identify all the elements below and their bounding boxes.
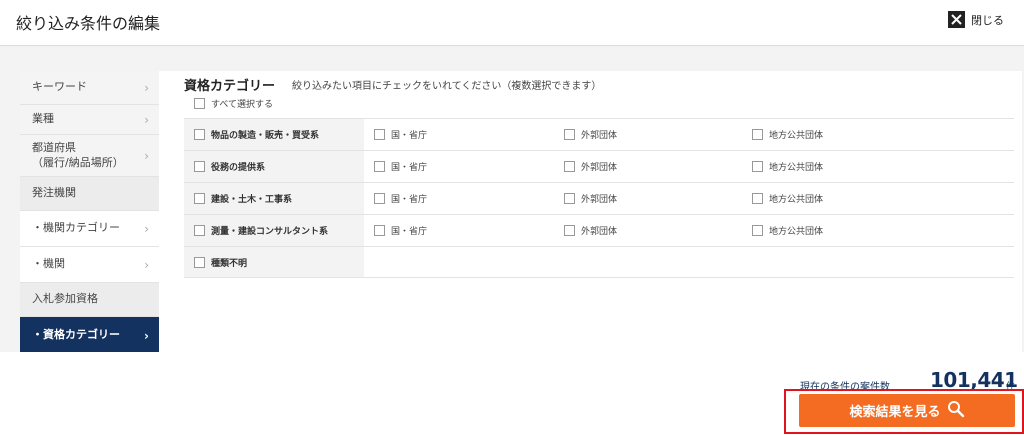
chevron-right-icon: › xyxy=(144,221,149,236)
category-description: 絞り込みたい項目にチェックをいれてください（複数選択できます） xyxy=(292,81,602,92)
category-row-label: 測量・建設コンサルタント系 xyxy=(211,227,329,237)
category-row-label: 種類不明 xyxy=(211,258,248,269)
category-title: 資格カテゴリー xyxy=(184,79,276,94)
category-row: 測量・建設コンサルタント系 国・省庁 外郭団体 地方公共団体 xyxy=(184,214,1014,246)
option-checkbox[interactable]: 国・省庁 xyxy=(374,119,427,150)
option-label: 外郭団体 xyxy=(581,227,618,237)
category-row-checkbox[interactable]: 種類不明 xyxy=(184,247,364,277)
category-row-label: 建設・土木・工事系 xyxy=(211,195,293,205)
option-checkbox[interactable]: 外郭団体 xyxy=(564,119,617,150)
option-label: 国・省庁 xyxy=(391,163,428,173)
option-label: 国・省庁 xyxy=(391,131,428,141)
checkbox-icon[interactable] xyxy=(194,161,205,172)
sidebar-item-label: ・機関カテゴリー xyxy=(32,221,120,235)
search-icon xyxy=(947,400,965,422)
option-checkbox[interactable]: 地方公共団体 xyxy=(752,215,823,246)
checkbox-icon[interactable] xyxy=(564,129,575,140)
option-label: 国・省庁 xyxy=(391,227,428,237)
chevron-right-icon: › xyxy=(144,328,149,343)
checkbox-icon[interactable] xyxy=(564,161,575,172)
option-checkbox[interactable]: 国・省庁 xyxy=(374,215,427,246)
sidebar-item[interactable]: 都道府県 （履行/納品場所） › xyxy=(20,135,159,177)
category-row-checkbox[interactable]: 測量・建設コンサルタント系 xyxy=(184,215,364,246)
sidebar-item-label: ・資格カテゴリー xyxy=(32,328,120,342)
checkbox-icon[interactable] xyxy=(374,193,385,204)
close-label[interactable]: 閉じる xyxy=(971,12,1004,28)
option-checkbox[interactable]: 地方公共団体 xyxy=(752,119,823,150)
sidebar-item-label: 入札参加資格 xyxy=(32,292,98,306)
checkbox-icon[interactable] xyxy=(752,225,763,236)
checkbox-icon[interactable] xyxy=(194,193,205,204)
checkbox-icon[interactable] xyxy=(564,193,575,204)
option-label: 外郭団体 xyxy=(581,131,618,141)
sidebar-item-label: ・機関 xyxy=(32,257,65,271)
option-checkbox[interactable]: 外郭団体 xyxy=(564,183,617,214)
option-checkbox[interactable]: 国・省庁 xyxy=(374,183,427,214)
option-label: 外郭団体 xyxy=(581,195,618,205)
select-all-label: すべて選択する xyxy=(211,100,274,110)
sidebar-item-label: キーワード xyxy=(32,80,87,94)
chevron-right-icon: › xyxy=(144,80,149,95)
modal-body: キーワード › 業種 › 都道府県 （履行/納品場所） › 発注機関 ・機関カテゴリー › ・機関… xyxy=(0,46,1024,352)
chevron-right-icon: › xyxy=(144,112,149,127)
checkbox-icon[interactable] xyxy=(374,161,385,172)
view-results-label: 検索結果を見る xyxy=(849,405,941,420)
modal-header: 絞り込み条件の編集 閉じる xyxy=(0,0,1024,46)
category-row: 種類不明 xyxy=(184,246,1014,278)
checkbox-icon[interactable] xyxy=(752,161,763,172)
option-checkbox[interactable]: 国・省庁 xyxy=(374,151,427,182)
checkbox-icon[interactable] xyxy=(194,98,205,109)
checkbox-icon[interactable] xyxy=(194,225,205,236)
option-label: 地方公共団体 xyxy=(769,131,824,141)
sidebar-item[interactable]: ・機関 › xyxy=(20,247,159,283)
filter-panel: キーワード › 業種 › 都道府県 （履行/納品場所） › 発注機関 ・機関カテゴリー › ・機関… xyxy=(20,71,1022,352)
checkbox-icon[interactable] xyxy=(194,256,205,268)
option-checkbox[interactable]: 外郭団体 xyxy=(564,215,617,246)
close-icon[interactable] xyxy=(948,11,965,28)
filter-sidebar: キーワード › 業種 › 都道府県 （履行/納品場所） › 発注機関 ・機関カテゴリー › ・機関… xyxy=(20,71,159,352)
option-label: 地方公共団体 xyxy=(769,227,824,237)
option-checkbox[interactable]: 外郭団体 xyxy=(564,151,617,182)
checkbox-icon[interactable] xyxy=(564,225,575,236)
category-row-checkbox[interactable]: 役務の提供系 xyxy=(184,151,364,182)
checkbox-icon[interactable] xyxy=(752,193,763,204)
sidebar-item[interactable]: ・資格カテゴリー › xyxy=(20,317,159,352)
sidebar-item[interactable]: キーワード › xyxy=(20,71,159,105)
option-label: 外郭団体 xyxy=(581,163,618,173)
category-row: 役務の提供系 国・省庁 外郭団体 地方公共団体 xyxy=(184,150,1014,182)
option-checkbox[interactable]: 地方公共団体 xyxy=(752,183,823,214)
option-label: 地方公共団体 xyxy=(769,163,824,173)
chevron-right-icon: › xyxy=(144,257,149,272)
category-row-label: 役務の提供系 xyxy=(211,163,266,173)
sidebar-item[interactable]: 業種 › xyxy=(20,105,159,135)
option-label: 地方公共団体 xyxy=(769,195,824,205)
select-all-checkbox[interactable]: すべて選択する xyxy=(194,97,273,110)
category-row-checkbox[interactable]: 建設・土木・工事系 xyxy=(184,183,364,214)
checkbox-icon[interactable] xyxy=(374,225,385,236)
modal-footer: 現在の条件の案件数 101,441 件 検索結果を見る xyxy=(0,352,1024,436)
category-row: 建設・土木・工事系 国・省庁 外郭団体 地方公共団体 xyxy=(184,182,1014,214)
checkbox-icon[interactable] xyxy=(194,129,205,140)
sidebar-item-label: 業種 xyxy=(32,112,54,126)
category-row: 物品の製造・販売・買受系 国・省庁 外郭団体 地方公共団体 xyxy=(184,118,1014,150)
view-results-button[interactable]: 検索結果を見る xyxy=(799,394,1015,427)
option-label: 国・省庁 xyxy=(391,195,428,205)
category-row-label: 物品の製造・販売・買受系 xyxy=(211,131,320,141)
modal-title: 絞り込み条件の編集 xyxy=(16,14,161,33)
checkbox-icon[interactable] xyxy=(374,129,385,140)
chevron-right-icon: › xyxy=(144,148,149,163)
close-button[interactable]: 閉じる xyxy=(948,11,1004,28)
sidebar-item: 入札参加資格 xyxy=(20,283,159,317)
checkbox-icon[interactable] xyxy=(752,129,763,140)
category-grid: 物品の製造・販売・買受系 国・省庁 外郭団体 地方公共団体 役務の提供系 国・省庁 外郭団体… xyxy=(184,118,1014,278)
sidebar-item: 発注機関 xyxy=(20,177,159,211)
sidebar-item-label: 発注機関 xyxy=(32,186,76,200)
sidebar-item-label: 都道府県 （履行/納品場所） xyxy=(32,140,124,169)
sidebar-item[interactable]: ・機関カテゴリー › xyxy=(20,211,159,247)
option-checkbox[interactable]: 地方公共団体 xyxy=(752,151,823,182)
category-row-checkbox[interactable]: 物品の製造・販売・買受系 xyxy=(184,119,364,150)
